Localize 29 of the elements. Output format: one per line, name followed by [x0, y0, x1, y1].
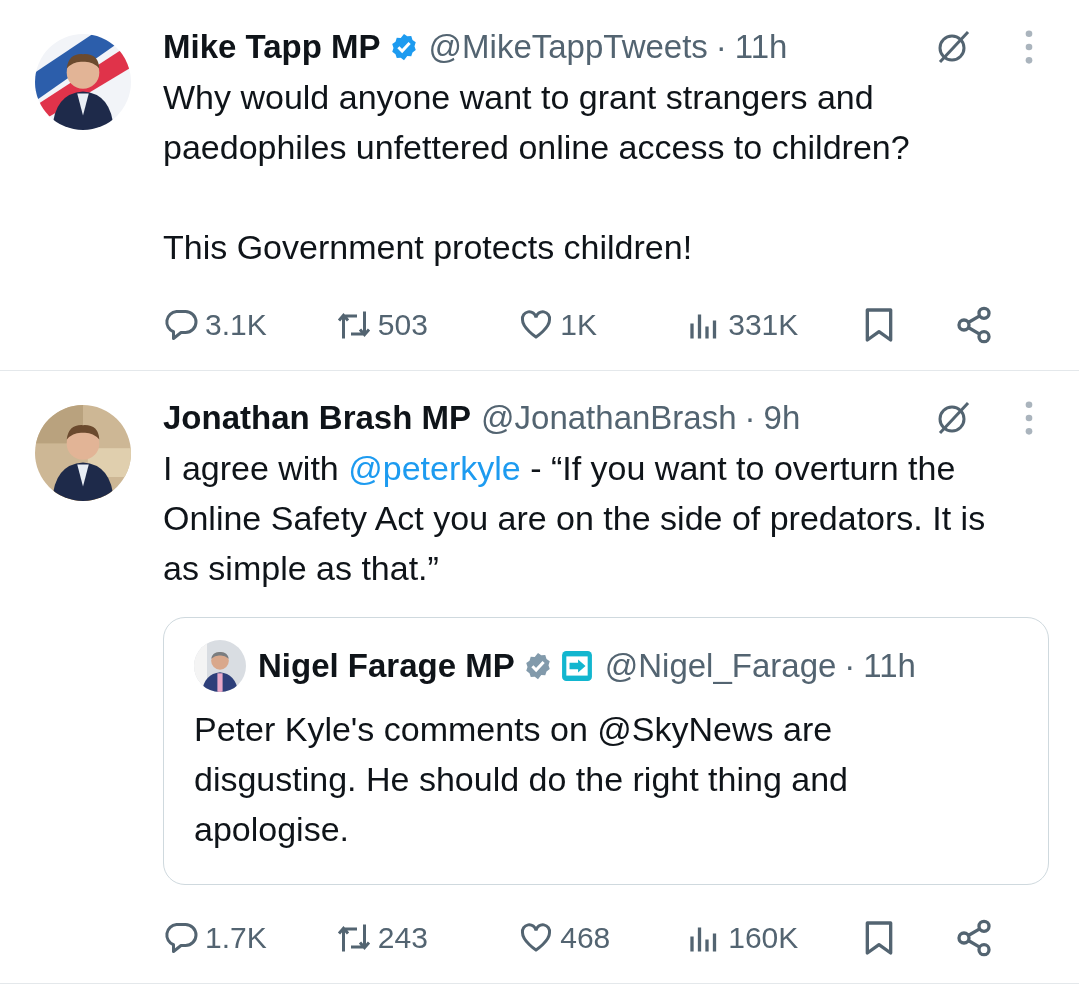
post-time[interactable]: 11h [734, 28, 788, 66]
post-text: I agree with @peterkyle - “If you want to overturn the Online Safety Act you are on the side of predators. It is as simple as that.” [163, 448, 987, 589]
post-time: 11h [863, 647, 916, 685]
separator-dot: · [744, 399, 756, 437]
quoted-post-card[interactable]: Nigel Farage MP @Nigel_Farage · 11h Peter Kyle's comments on @SkyNews are disgusting. He should do the right thing and apologise. [163, 617, 1049, 885]
author-handle: @Nigel_Farage [604, 647, 837, 685]
author-handle[interactable]: @MikeTappTweets [428, 28, 708, 66]
like-button[interactable]: 468 [518, 920, 687, 956]
reply-button[interactable]: 1.7K [163, 920, 336, 956]
separator-dot: · [715, 28, 727, 66]
post-text: This Government protects children! [163, 227, 694, 268]
post-text: Why would anyone want to grant strangers and paedophiles unfettered online access to children? [163, 77, 911, 168]
author-name[interactable]: Jonathan Brash MP [163, 399, 472, 437]
views-button[interactable]: 160K [686, 920, 859, 956]
quoted-post-text: Peter Kyle's comments on @SkyNews are disgusting. He should do the right thing and apologise. [194, 709, 849, 850]
separator-dot: · [844, 647, 856, 685]
author-handle[interactable]: @JonathanBrash [481, 399, 737, 437]
author-name: Nigel Farage MP [258, 647, 515, 685]
post-time[interactable]: 9h [763, 399, 801, 437]
author-name[interactable]: Mike Tapp MP [163, 28, 381, 66]
speech-bubble-icon [163, 307, 199, 343]
like-button[interactable]: 1K [518, 307, 687, 343]
views-button[interactable]: 331K [686, 307, 859, 343]
reply-button[interactable]: 3.1K [163, 307, 336, 343]
speech-bubble-icon [163, 920, 199, 956]
repost-button[interactable]: 503 [335, 307, 519, 343]
share-icon[interactable] [954, 305, 994, 345]
repost-button[interactable]: 243 [335, 920, 519, 956]
share-icon[interactable] [954, 918, 994, 958]
